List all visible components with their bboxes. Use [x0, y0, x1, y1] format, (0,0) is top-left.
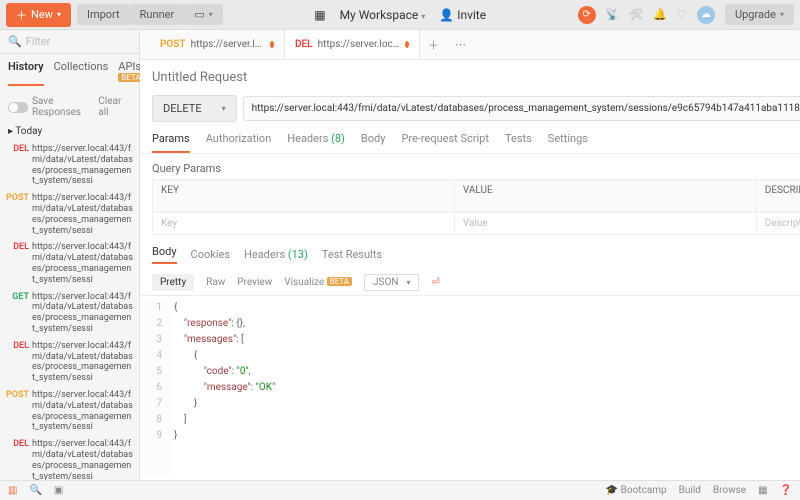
help-icon[interactable]: ❓	[780, 485, 792, 496]
history-item[interactable]: GEThttps://server.local:443/fmi/data/vLa…	[0, 289, 139, 338]
upgrade-button[interactable]: Upgrade ▾	[725, 4, 794, 25]
request-tab[interactable]: DELhttps://server.local:443/fmi/dat…	[285, 30, 420, 59]
runner-button[interactable]: Runner	[130, 4, 185, 25]
history-method: DEL	[4, 144, 32, 187]
history-method: DEL	[4, 341, 32, 384]
history-url: https://server.local:443/fmi/data/vLates…	[32, 341, 133, 384]
unsaved-dot-icon	[405, 41, 409, 48]
avatar[interactable]: ☁	[697, 6, 715, 24]
window-menu-button[interactable]: ▭▾	[184, 4, 222, 25]
history-url: https://server.local:443/fmi/data/vLates…	[32, 193, 133, 236]
console-icon[interactable]: ▣	[54, 485, 63, 496]
layout-icon[interactable]: ▦	[758, 485, 767, 496]
history-item[interactable]: POSThttps://server.local:443/fmi/data/vL…	[0, 190, 139, 239]
search-icon: 🔍	[8, 35, 22, 48]
url-input[interactable]: https://server.local:443/fmi/data/vLates…	[243, 96, 800, 121]
wrench-icon[interactable]: 🛠	[629, 8, 643, 21]
method-selector[interactable]: DELETE▾	[152, 95, 237, 122]
view-preview[interactable]: Preview	[237, 277, 272, 288]
save-responses-toggle[interactable]	[8, 102, 28, 113]
plus-icon: ＋	[16, 7, 27, 23]
bell-icon[interactable]: 🔔	[653, 8, 667, 21]
history-item[interactable]: DELhttps://server.local:443/fmi/data/vLa…	[0, 239, 139, 288]
history-method: GET	[4, 292, 32, 335]
find-icon[interactable]: 🔍	[29, 485, 41, 496]
history-list: DELhttps://server.local:443/fmi/data/vLa…	[0, 141, 139, 480]
new-button[interactable]: ＋New▾	[6, 3, 71, 27]
request-content: POSThttps://server.local:443/fmi/dat…DEL…	[140, 30, 800, 480]
heart-icon[interactable]: ♡	[677, 8, 687, 21]
history-url: https://server.local:443/fmi/data/vLates…	[32, 144, 133, 187]
import-button[interactable]: Import	[77, 4, 130, 25]
history-url: https://server.local:443/fmi/data/vLates…	[32, 242, 133, 285]
invite-button[interactable]: 👤 Invite	[439, 8, 486, 22]
tab-params[interactable]: Params	[152, 132, 190, 153]
query-params-title: Query Params	[140, 154, 800, 179]
tab-history[interactable]: History	[8, 60, 44, 86]
resp-tab-cookies[interactable]: Cookies	[191, 248, 230, 261]
key-input[interactable]: Key	[153, 213, 455, 234]
tab-collections[interactable]: Collections	[54, 60, 109, 86]
col-value: VALUE	[455, 180, 757, 212]
history-url: https://server.local:443/fmi/data/vLates…	[32, 439, 133, 480]
clear-all-link[interactable]: Clear all	[98, 96, 131, 118]
wrap-icon[interactable]: ⏎	[431, 277, 439, 288]
resp-tab-tests[interactable]: Test Results	[322, 248, 382, 261]
tab-tests[interactable]: Tests	[505, 132, 532, 153]
request-title[interactable]: Untitled Request	[152, 70, 247, 85]
bootcamp-link[interactable]: 🎓 Bootcamp	[606, 485, 667, 496]
add-tab-button[interactable]: ＋	[420, 30, 447, 59]
filter-input[interactable]: 🔍Filter	[0, 30, 139, 54]
statusbar: ▥ 🔍 ▣ 🎓 Bootcamp Build Browse ▦ ❓	[0, 480, 800, 500]
tab-menu-button[interactable]: ⋯	[447, 30, 474, 59]
request-tab[interactable]: POSThttps://server.local:443/fmi/dat…	[150, 30, 285, 59]
sidebar: 🔍Filter History Collections APIs BETA Sa…	[0, 30, 140, 480]
satellite-icon[interactable]: 📡	[606, 8, 620, 21]
history-date-group[interactable]: Today	[0, 122, 139, 141]
tab-authorization[interactable]: Authorization	[206, 132, 272, 153]
request-tabbar: POSThttps://server.local:443/fmi/dat…DEL…	[140, 30, 800, 60]
lang-selector[interactable]: JSON▾	[364, 274, 419, 291]
tab-settings[interactable]: Settings	[548, 132, 588, 153]
history-method: POST	[4, 193, 32, 236]
tab-body[interactable]: Body	[361, 132, 386, 153]
view-raw[interactable]: Raw	[206, 277, 225, 288]
browse-button[interactable]: Browse	[713, 485, 746, 496]
history-url: https://server.local:443/fmi/data/vLates…	[32, 390, 133, 433]
view-pretty[interactable]: Pretty	[152, 274, 194, 291]
value-input[interactable]: Value	[455, 213, 757, 234]
history-method: POST	[4, 390, 32, 433]
window-icon: ▭	[194, 8, 204, 21]
history-method: DEL	[4, 242, 32, 285]
history-item[interactable]: DELhttps://server.local:443/fmi/data/vLa…	[0, 338, 139, 387]
history-url: https://server.local:443/fmi/data/vLates…	[32, 292, 133, 335]
topbar: ＋New▾ Import Runner ▭▾ ▦ My Workspace ▾ …	[0, 0, 800, 30]
history-method: DEL	[4, 439, 32, 480]
unsaved-dot-icon	[270, 41, 274, 48]
history-item[interactable]: DELhttps://server.local:443/fmi/data/vLa…	[0, 141, 139, 190]
tab-prerequest[interactable]: Pre-request Script	[401, 132, 489, 153]
sync-icon[interactable]: ⟳	[578, 6, 596, 24]
history-item[interactable]: DELhttps://server.local:443/fmi/data/vLa…	[0, 436, 139, 480]
view-visualize[interactable]: Visualize BETA	[284, 277, 352, 288]
response-body[interactable]: 123456789 { "response": {}, "messages": …	[140, 296, 800, 480]
history-item[interactable]: POSThttps://server.local:443/fmi/data/vL…	[0, 387, 139, 436]
col-key: KEY	[153, 180, 455, 212]
sidebar-toggle-icon[interactable]: ▥	[8, 485, 17, 496]
workspace-icon: ▦	[314, 8, 325, 22]
desc-input[interactable]: Description	[757, 213, 800, 234]
query-params-table: KEY VALUE DESCRIPTION ⋯ Bulk Edit Key Va…	[152, 179, 800, 235]
build-button[interactable]: Build	[679, 485, 701, 496]
col-desc: DESCRIPTION	[757, 180, 800, 212]
resp-tab-body[interactable]: Body	[152, 245, 177, 264]
resp-tab-headers[interactable]: Headers (13)	[244, 248, 308, 261]
tab-headers[interactable]: Headers (8)	[287, 132, 345, 153]
workspace-selector[interactable]: My Workspace ▾	[340, 8, 426, 22]
